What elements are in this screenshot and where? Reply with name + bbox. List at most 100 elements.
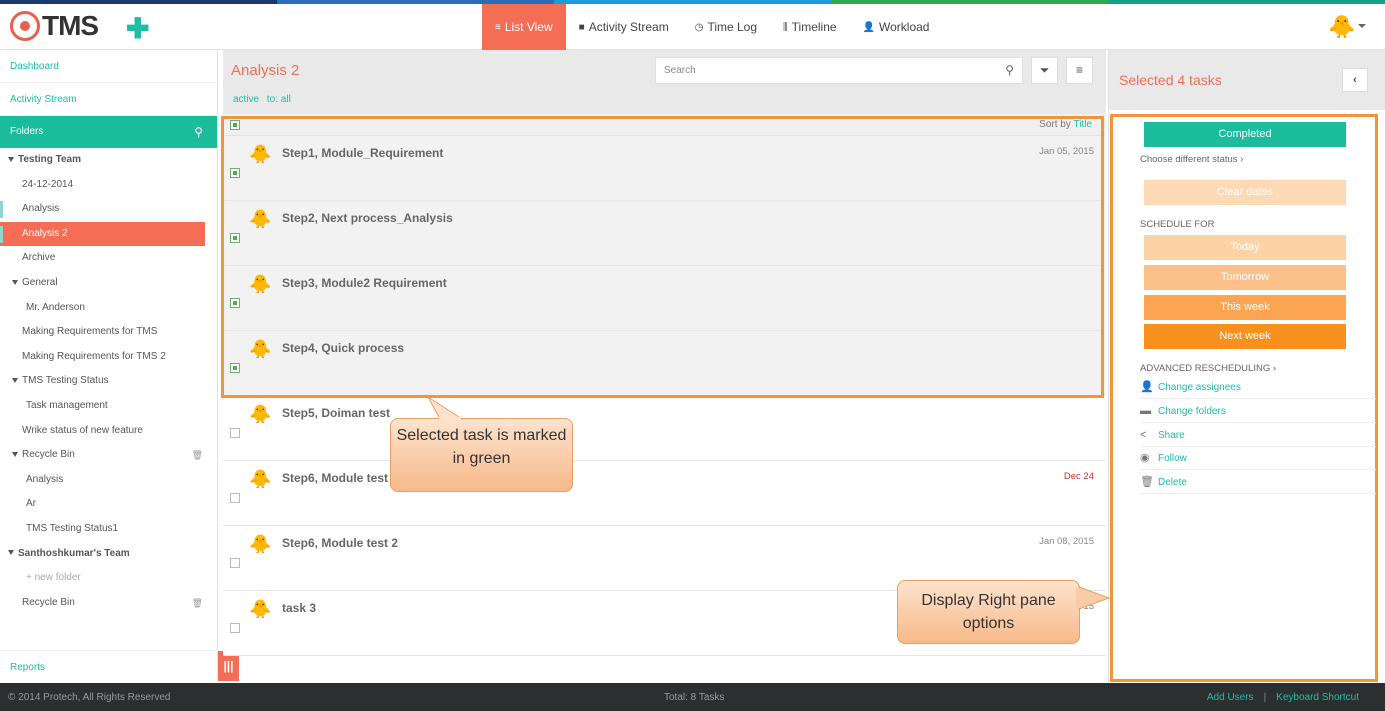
folders-header[interactable]: Folders ⚲: [0, 116, 217, 148]
sidebar-reports-link[interactable]: Reports: [0, 650, 217, 683]
folder-title: Analysis 2: [231, 62, 300, 79]
sidebar-item-analysis[interactable]: Analysis: [0, 468, 217, 493]
task-checkbox[interactable]: [230, 493, 240, 503]
choose-status-link[interactable]: Choose different status ›: [1140, 154, 1243, 165]
sort-field[interactable]: Title: [1073, 119, 1092, 130]
keyboard-shortcut-link[interactable]: Keyboard Shortcut: [1276, 692, 1359, 703]
task-row[interactable]: 🐥 Step2, Next process_Analysis: [223, 201, 1106, 266]
sidebar-item-testing-team[interactable]: Testing Team: [0, 148, 217, 173]
task-checkbox[interactable]: [230, 233, 240, 243]
sidebar-item-task-management[interactable]: Task management: [0, 394, 217, 419]
sidebar-item--new-folder[interactable]: + new folder: [0, 566, 217, 591]
tag-active[interactable]: active: [233, 94, 259, 105]
chevron-down-icon[interactable]: [1358, 24, 1366, 28]
sidebar-dashboard-link[interactable]: Dashboard: [0, 50, 217, 83]
tab-workload[interactable]: 👤 Workload: [850, 4, 943, 50]
task-checkbox[interactable]: [230, 168, 240, 178]
schedule-next-week-button[interactable]: Next week: [1144, 324, 1346, 349]
sidebar-item-label: 24-12-2014: [22, 178, 74, 190]
task-row[interactable]: 🐥 Step1, Module_Requirement Jan 05, 2015: [223, 136, 1106, 201]
clear-dates-button[interactable]: Clear dates: [1144, 180, 1346, 205]
folder-icon: ▬: [1140, 405, 1151, 417]
sidebar-item-tms-testing-status1[interactable]: TMS Testing Status1: [0, 517, 217, 542]
menu-button[interactable]: ≡: [1066, 57, 1093, 84]
expand-caret-icon[interactable]: [8, 156, 14, 162]
user-avatar[interactable]: 🐥: [1328, 14, 1355, 40]
sidebar-item-analysis-2[interactable]: Analysis 2: [0, 221, 205, 247]
sidebar-item-recycle-bin[interactable]: Recycle Bin 🗑: [0, 443, 217, 468]
task-title[interactable]: Step2, Next process_Analysis: [282, 211, 453, 225]
action-delete[interactable]: 🗑 Delete: [1140, 470, 1376, 494]
sidebar-item-24-12-2014[interactable]: 24-12-2014: [0, 173, 217, 198]
sidebar-item-recycle-bin[interactable]: Recycle Bin 🗑: [0, 591, 217, 616]
task-checkbox[interactable]: [230, 428, 240, 438]
app-header: TMS ✚ ≡ List View ■ Activity Stream ◷ Time Lo…: [0, 4, 1385, 50]
sort-prefix: Sort by: [1039, 119, 1071, 130]
task-checkbox[interactable]: [230, 623, 240, 633]
task-title[interactable]: task 3: [282, 601, 316, 615]
tab-activity-stream[interactable]: ■ Activity Stream: [566, 4, 682, 50]
task-title[interactable]: Step6, Module test 1: [282, 471, 398, 485]
search-icon[interactable]: ⚲: [1005, 58, 1014, 83]
chevron-left-icon: ‹: [1353, 74, 1357, 86]
tab-list-view[interactable]: ≡ List View: [482, 4, 566, 50]
filter-button[interactable]: ⏷: [1031, 57, 1058, 84]
task-checkbox[interactable]: [230, 363, 240, 373]
action-change-assignees[interactable]: 👤 Change assignees: [1140, 375, 1376, 399]
expand-caret-icon[interactable]: [12, 279, 18, 285]
status-button[interactable]: Completed: [1144, 122, 1346, 147]
schedule-today-button[interactable]: Today: [1144, 235, 1346, 260]
task-title[interactable]: Step6, Module test 2: [282, 536, 398, 550]
action-follow[interactable]: ◉ Follow: [1140, 446, 1376, 470]
assignee-avatar: 🐥: [249, 339, 272, 359]
add-users-link[interactable]: Add Users: [1207, 692, 1254, 703]
select-all-checkbox[interactable]: [230, 120, 240, 130]
task-checkbox[interactable]: [230, 298, 240, 308]
search-input[interactable]: Search ⚲: [655, 57, 1023, 84]
sidebar-item-wrike-status-of-new-feature[interactable]: Wrike status of new feature: [0, 419, 217, 444]
sidebar-item-label: Testing Team: [18, 154, 81, 165]
sort-control[interactable]: Sort by Title: [1039, 119, 1092, 130]
sidebar-activity-stream-link[interactable]: Activity Stream: [0, 83, 217, 116]
task-row[interactable]: 🐥 Step6, Module test 1 Dec 24: [223, 461, 1106, 526]
sidebar-item-analysis[interactable]: Analysis: [0, 197, 217, 222]
sidebar-item-making-requirements-for-tms[interactable]: Making Requirements for TMS: [0, 320, 217, 345]
tab-timeline[interactable]: ⫼ Timeline: [770, 4, 850, 50]
task-title[interactable]: Step5, Doiman test: [282, 406, 390, 420]
task-title[interactable]: Step3, Module2 Requirement: [282, 276, 447, 290]
expand-caret-icon[interactable]: [8, 550, 14, 556]
tag-to-all[interactable]: to: all: [267, 94, 291, 105]
list-header: Analysis 2 Search ⚲ ⏷ ≡ active to: all: [223, 50, 1106, 114]
schedule-this-week-button[interactable]: This week: [1144, 295, 1346, 320]
sidebar-item-ar[interactable]: Ar: [0, 492, 217, 517]
sort-row: Sort by Title: [223, 114, 1106, 136]
sidebar-item-label: TMS Testing Status1: [26, 522, 119, 534]
task-checkbox[interactable]: [230, 558, 240, 568]
search-icon[interactable]: ⚲: [194, 116, 203, 148]
task-title[interactable]: Step4, Quick process: [282, 341, 404, 355]
collapse-pane-button[interactable]: ‹: [1342, 68, 1368, 92]
expand-caret-icon[interactable]: [12, 451, 18, 457]
task-row[interactable]: 🐥 Step3, Module2 Requirement: [223, 266, 1106, 331]
task-title[interactable]: Step1, Module_Requirement: [282, 146, 443, 160]
expand-caret-icon[interactable]: [12, 378, 18, 384]
schedule-tomorrow-button[interactable]: Tomorrow: [1144, 265, 1346, 290]
app-logo[interactable]: TMS: [10, 10, 99, 42]
trash-icon[interactable]: 🗑: [192, 591, 203, 616]
task-row[interactable]: 🐥 Step5, Doiman test: [223, 396, 1106, 461]
sidebar-item-making-requirements-for-tms-2[interactable]: Making Requirements for TMS 2: [0, 345, 217, 370]
sidebar-item-label: Analysis: [22, 203, 60, 215]
action-change-folders[interactable]: ▬ Change folders: [1140, 399, 1376, 423]
sidebar-item-archive[interactable]: Archive: [0, 246, 217, 271]
sidebar-item-santhoshkumar-s-team[interactable]: Santhoshkumar's Team: [0, 542, 217, 567]
action-share[interactable]: < Share: [1140, 423, 1376, 447]
advanced-rescheduling-link[interactable]: ADVANCED RESCHEDULING ›: [1140, 363, 1276, 374]
sidebar-item-tms-testing-status[interactable]: TMS Testing Status: [0, 369, 217, 394]
sidebar-item-general[interactable]: General: [0, 271, 217, 296]
task-row[interactable]: 🐥 Step4, Quick process: [223, 331, 1106, 396]
sidebar-item-mr-anderson[interactable]: Mr. Anderson: [0, 296, 217, 321]
plus-icon[interactable]: ✚: [126, 12, 149, 45]
user-icon: 👤: [1140, 381, 1154, 393]
trash-icon[interactable]: 🗑: [192, 443, 203, 468]
tab-time-log[interactable]: ◷ Time Log: [682, 4, 770, 50]
